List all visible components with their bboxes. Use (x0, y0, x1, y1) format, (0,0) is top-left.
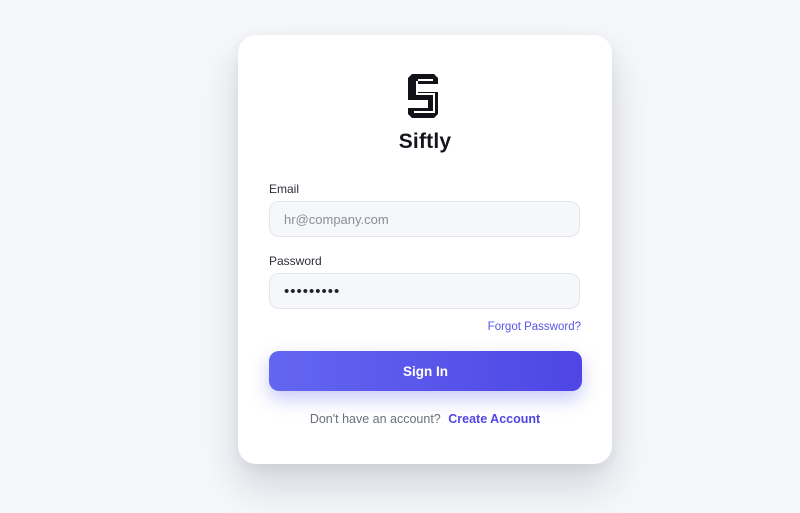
sign-in-button[interactable]: Sign In (269, 351, 582, 391)
create-account-link[interactable]: Create Account (448, 412, 540, 426)
brand-name: Siftly (398, 130, 452, 153)
email-label: Email (269, 182, 300, 196)
password-input[interactable] (269, 273, 580, 309)
email-input[interactable] (269, 201, 580, 237)
forgot-password-link[interactable]: Forgot Password? (488, 321, 581, 333)
siftly-logo-icon (408, 74, 438, 118)
password-label: Password (269, 254, 322, 268)
signup-prompt-text: Don't have an account? (309, 412, 441, 426)
login-card: Siftly Email Password Forgot Password? S… (238, 35, 612, 464)
signup-prompt: Don't have an account? Create Account (238, 412, 612, 426)
